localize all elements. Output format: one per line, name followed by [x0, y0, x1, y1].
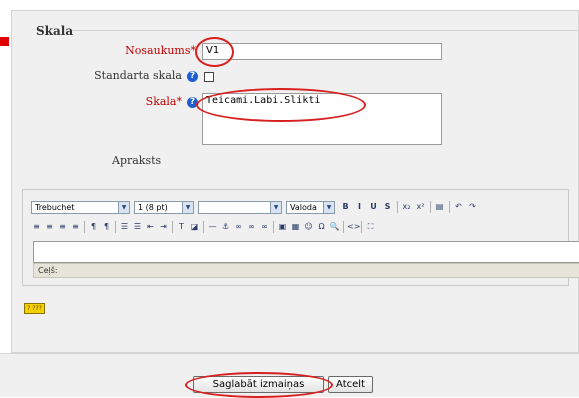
- toolbar-separator: [203, 221, 204, 233]
- language-value: Valoda: [290, 203, 317, 212]
- language-select[interactable]: Valoda ▼: [286, 201, 335, 214]
- justify-icon[interactable]: ≡: [70, 221, 81, 232]
- link-icon[interactable]: ∞: [233, 221, 244, 232]
- scale-fieldset: Skala Nosaukums* V1 Standarta skala ? Sk…: [11, 10, 579, 353]
- section-legend: Skala: [36, 24, 74, 38]
- toolbar-separator: [361, 221, 362, 233]
- chevron-down-icon: ▼: [270, 202, 281, 213]
- outdent-icon[interactable]: ⇤: [145, 221, 156, 232]
- chevron-down-icon: ▼: [323, 202, 334, 213]
- button-bar: Saglabāt izmaiņas Atcelt: [0, 353, 579, 398]
- ordered-list-icon[interactable]: ☰: [119, 221, 130, 232]
- align-center-icon[interactable]: ≡: [44, 221, 55, 232]
- text-color-icon[interactable]: T: [176, 221, 187, 232]
- editor-help-button[interactable]: ? ???: [24, 303, 45, 314]
- indent-icon[interactable]: ⇥: [158, 221, 169, 232]
- image-icon[interactable]: ▣: [277, 221, 288, 232]
- required-marker: *: [190, 44, 197, 57]
- scale-label: Skala*: [102, 95, 182, 108]
- cancel-button[interactable]: Atcelt: [328, 376, 373, 393]
- horizontal-rule-icon[interactable]: —: [207, 221, 218, 232]
- font-family-value: Trebuchet: [35, 203, 75, 212]
- standard-scale-help-icon[interactable]: ?: [187, 71, 198, 82]
- align-left-icon[interactable]: ≡: [31, 221, 42, 232]
- required-marker: *: [176, 95, 183, 108]
- table-icon[interactable]: ▦: [290, 221, 301, 232]
- toolbar-separator: [343, 221, 344, 233]
- font-size-select[interactable]: 1 (8 pt) ▼: [134, 201, 194, 214]
- name-label-text: Nosaukums: [125, 44, 191, 57]
- unlink-icon[interactable]: ∞: [246, 221, 257, 232]
- search-replace-icon[interactable]: 🔍: [329, 221, 340, 232]
- strikethrough-icon[interactable]: S: [382, 201, 393, 212]
- fullscreen-icon[interactable]: ⛶: [365, 221, 376, 232]
- toolbar-separator: [449, 201, 450, 213]
- scale-label-text: Skala: [145, 95, 177, 108]
- undo-icon[interactable]: ↶: [453, 201, 464, 212]
- background-color-icon[interactable]: ◪: [189, 221, 200, 232]
- italic-icon[interactable]: I: [354, 201, 365, 212]
- html-editor: Trebuchet ▼ 1 (8 pt) ▼ ▼ Valoda ▼ B I U Sx₂ x² ▤…: [22, 189, 579, 286]
- unordered-list-icon[interactable]: ☰: [132, 221, 143, 232]
- description-label: Apraksts: [112, 154, 162, 167]
- bold-icon[interactable]: B: [340, 201, 351, 212]
- heading-select[interactable]: ▼: [198, 201, 282, 214]
- toolbar-separator: [172, 221, 173, 233]
- toolbar-separator: [84, 221, 85, 233]
- insert-char-icon[interactable]: Ω: [316, 221, 327, 232]
- subscript-icon[interactable]: x₂: [401, 201, 412, 212]
- description-editor-area[interactable]: [33, 241, 579, 263]
- smiley-icon[interactable]: ☺: [303, 221, 314, 232]
- ltr-icon[interactable]: ¶: [88, 221, 99, 232]
- anchor-icon[interactable]: ⚓: [220, 221, 231, 232]
- scale-help-icon[interactable]: ?: [187, 97, 198, 108]
- standard-scale-checkbox[interactable]: [204, 72, 214, 82]
- redo-icon[interactable]: ↷: [467, 201, 478, 212]
- font-size-value: 1 (8 pt): [138, 203, 168, 212]
- superscript-icon[interactable]: x²: [415, 201, 426, 212]
- save-button[interactable]: Saglabāt izmaiņas: [193, 376, 324, 393]
- toolbar-separator: [430, 201, 431, 213]
- clean-word-icon[interactable]: ▤: [434, 201, 445, 212]
- standard-scale-label: Standarta skala: [94, 69, 182, 82]
- legend-divider: [72, 30, 578, 31]
- name-input[interactable]: V1: [202, 43, 442, 60]
- font-family-select[interactable]: Trebuchet ▼: [31, 201, 130, 214]
- scale-textarea[interactable]: Teicami.Labi.Slikti: [202, 93, 442, 145]
- toolbar-separator: [273, 221, 274, 233]
- chevron-down-icon: ▼: [118, 202, 129, 213]
- html-source-icon[interactable]: <>: [347, 221, 360, 232]
- page-marker: [0, 37, 9, 46]
- toolbar-separator: [397, 201, 398, 213]
- align-right-icon[interactable]: ≡: [57, 221, 68, 232]
- name-label: Nosaukums*: [72, 44, 196, 57]
- toolbar-separator: [115, 221, 116, 233]
- editor-path-bar: Ceļš:: [33, 263, 579, 278]
- underline-icon[interactable]: U: [368, 201, 379, 212]
- chevron-down-icon: ▼: [182, 202, 193, 213]
- nolink-icon[interactable]: ∞: [259, 221, 270, 232]
- rtl-icon[interactable]: ¶: [101, 221, 112, 232]
